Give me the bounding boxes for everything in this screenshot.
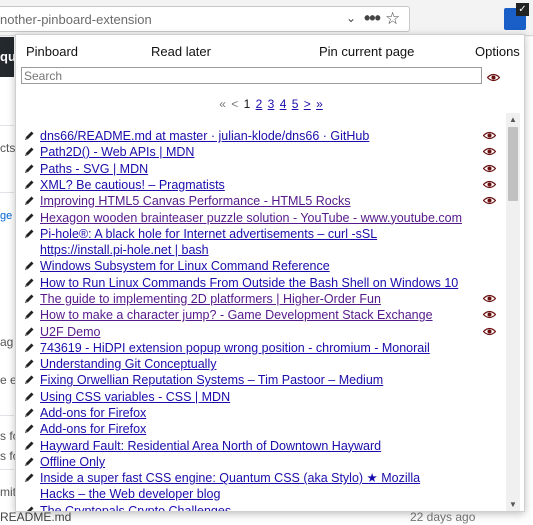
popup-nav: Pinboard Read later Pin current page Opt…	[16, 41, 524, 63]
edit-pencil-icon[interactable]	[23, 326, 35, 338]
read-later-eye-icon[interactable]	[483, 310, 496, 319]
bookmark-link[interactable]: Hexagon wooden brainteaser puzzle soluti…	[40, 210, 462, 226]
browser-toolbar: nother-pinboard-extension ⌄ ••• ☆ ✓	[0, 0, 533, 36]
edit-pencil-icon[interactable]	[23, 358, 35, 370]
edit-pencil-icon[interactable]	[23, 309, 35, 321]
pager-next[interactable]: >	[304, 97, 311, 111]
extension-badge-check-icon: ✓	[516, 3, 529, 16]
edit-pencil-icon[interactable]	[23, 163, 35, 175]
url-dropdown-chevron-icon[interactable]: ⌄	[346, 11, 356, 25]
read-later-eye-icon[interactable]	[483, 131, 496, 140]
bookmark-link[interactable]: The Cryptopals Crypto Challenges	[40, 503, 231, 511]
edit-pencil-icon[interactable]	[23, 456, 35, 468]
edit-pencil-icon[interactable]	[23, 179, 35, 191]
nav-pinboard-link[interactable]: Pinboard	[26, 44, 78, 59]
background-text-fragment: cts	[0, 141, 16, 155]
url-bar[interactable]: nother-pinboard-extension ⌄ ••• ☆	[0, 6, 410, 32]
bookmark-link[interactable]: 743619 - HiDPI extension popup wrong pos…	[40, 340, 430, 356]
bookmark-link[interactable]: Understanding Git Conceptually	[40, 356, 217, 372]
background-divider	[0, 469, 14, 470]
background-divider	[0, 125, 14, 126]
pinboard-extension-icon[interactable]: ✓	[504, 3, 529, 30]
bookmark-link[interactable]: Add-ons for Firefox	[40, 421, 146, 437]
bookmark-link[interactable]: Fixing Orwellian Reputation Systems – Ti…	[40, 372, 383, 388]
pager-first: «	[219, 97, 226, 111]
bookmark-link[interactable]: U2F Demo	[40, 324, 100, 340]
pinboard-popup: Pinboard Read later Pin current page Opt…	[15, 34, 525, 512]
pager-page-link[interactable]: 2	[256, 97, 263, 111]
read-later-eye-icon[interactable]	[483, 327, 496, 336]
bookmark-link[interactable]: dns66/README.md at master · julian-klode…	[40, 128, 369, 144]
page-actions-menu-icon[interactable]: •••	[364, 8, 381, 29]
edit-pencil-icon[interactable]	[23, 228, 35, 240]
read-later-eye-icon[interactable]	[483, 147, 496, 156]
bookmark-link[interactable]: Path2D() - Web APIs | MDN	[40, 144, 194, 160]
bookmark-link[interactable]: Using CSS variables - CSS | MDN	[40, 389, 230, 405]
scrollbar-thumb[interactable]	[508, 127, 518, 201]
nav-read-later-link[interactable]: Read later	[151, 44, 211, 59]
read-later-eye-icon[interactable]	[483, 196, 496, 205]
read-later-eye-icon[interactable]	[483, 180, 496, 189]
url-text[interactable]: nother-pinboard-extension	[0, 12, 152, 27]
scroll-down-arrow-icon[interactable]: ▼	[509, 500, 517, 509]
scroll-up-arrow-icon[interactable]: ▲	[509, 115, 517, 124]
bookmark-link[interactable]: Hayward Fault: Residential Area North of…	[40, 438, 381, 454]
pager-page-link[interactable]: 4	[280, 97, 287, 111]
edit-pencil-icon[interactable]	[23, 472, 35, 484]
background-site-header: qu	[0, 37, 16, 77]
edit-pencil-icon[interactable]	[23, 440, 35, 452]
background-file-name: README.md	[0, 510, 72, 524]
pager-page-link[interactable]: 3	[268, 97, 275, 111]
background-header-fragment: qu	[0, 49, 16, 64]
bookmark-link[interactable]: Inside a super fast CSS engine: Quantum …	[40, 470, 452, 502]
edit-pencil-icon[interactable]	[23, 212, 35, 224]
edit-pencil-icon[interactable]	[23, 505, 35, 511]
edit-pencil-icon[interactable]	[23, 391, 35, 403]
search-input[interactable]	[21, 67, 482, 84]
bookmark-link[interactable]: Paths - SVG | MDN	[40, 161, 148, 177]
pager-prev: <	[231, 97, 239, 111]
toread-filter-eye-icon[interactable]	[487, 73, 500, 82]
background-file-age: 22 days ago	[410, 510, 476, 524]
edit-pencil-icon[interactable]	[23, 293, 35, 305]
pager-last[interactable]: »	[316, 97, 323, 111]
read-later-eye-icon[interactable]	[483, 164, 496, 173]
popup-scrollbar[interactable]: ▲ ▼	[506, 113, 520, 511]
edit-pencil-icon[interactable]	[23, 342, 35, 354]
bookmark-link[interactable]: Pi-hole®: A black hole for Internet adve…	[40, 226, 452, 258]
pager-page-link[interactable]: 5	[292, 97, 299, 111]
bookmark-link[interactable]: Offline Only	[40, 454, 105, 470]
background-divider	[0, 192, 14, 193]
bookmark-link[interactable]: How to Run Linux Commands From Outside t…	[40, 275, 458, 291]
edit-pencil-icon[interactable]	[23, 130, 35, 142]
background-divider	[0, 415, 14, 416]
edit-pencil-icon[interactable]	[23, 407, 35, 419]
edit-pencil-icon[interactable]	[23, 423, 35, 435]
read-later-eye-icon[interactable]	[483, 294, 496, 303]
background-text-fragment: mit	[0, 485, 16, 499]
edit-pencil-icon[interactable]	[23, 146, 35, 158]
bookmark-link[interactable]: How to make a character jump? - Game Dev…	[40, 307, 433, 323]
bookmark-list: dns66/README.md at master · julian-klode…	[16, 125, 506, 511]
edit-pencil-icon[interactable]	[23, 260, 35, 272]
nav-pin-current-page-link[interactable]: Pin current page	[319, 44, 414, 59]
bookmark-star-icon[interactable]: ☆	[385, 9, 400, 29]
edit-pencil-icon[interactable]	[23, 195, 35, 207]
bookmark-link[interactable]: The guide to implementing 2D platformers…	[40, 291, 381, 307]
background-text-fragment: ag	[0, 335, 14, 349]
bookmark-link[interactable]: Improving HTML5 Canvas Performance - HTM…	[40, 193, 351, 209]
bookmark-link[interactable]: XML? Be cautious! – Pragmatists	[40, 177, 225, 193]
edit-pencil-icon[interactable]	[23, 374, 35, 386]
pagination: « < 1 2 3 4 5 > »	[16, 97, 524, 111]
nav-options-link[interactable]: Options	[475, 44, 520, 59]
edit-pencil-icon[interactable]	[23, 277, 35, 289]
pager-current-page: 1	[243, 97, 251, 111]
bookmark-link[interactable]: Windows Subsystem for Linux Command Refe…	[40, 258, 330, 274]
bookmark-link[interactable]: Add-ons for Firefox	[40, 405, 146, 421]
